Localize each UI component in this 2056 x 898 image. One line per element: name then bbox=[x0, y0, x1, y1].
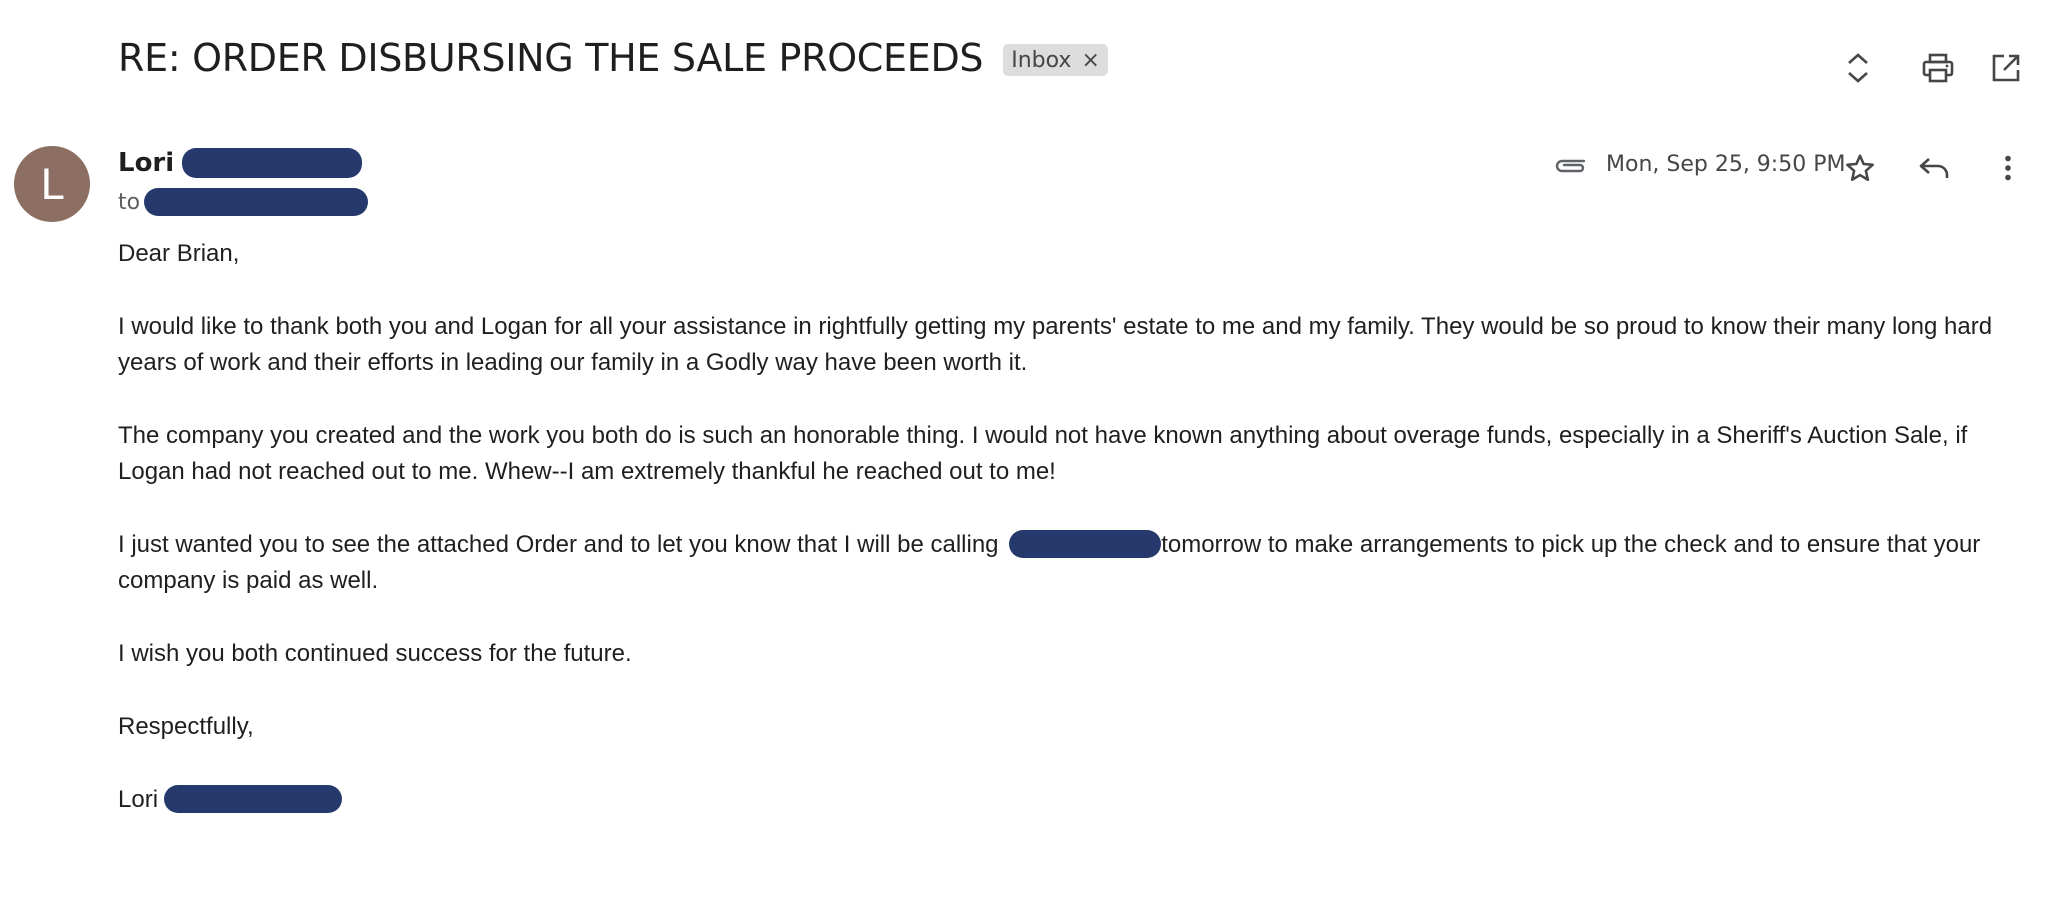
reply-icon bbox=[1918, 155, 1950, 181]
message-meta: Mon, Sep 25, 9:50 PM bbox=[1536, 148, 2056, 188]
body-paragraph-1: I would like to thank both you and Logan… bbox=[118, 313, 1993, 376]
recipient-line[interactable]: to bbox=[118, 188, 369, 216]
to-prefix: to bbox=[118, 189, 141, 215]
subject-bar: RE: ORDER DISBURSING THE SALE PROCEEDS I… bbox=[118, 36, 1108, 80]
body-paragraph-4: I wish you both continued success for th… bbox=[118, 640, 632, 667]
message-datetime: Mon, Sep 25, 9:50 PM bbox=[1606, 152, 1846, 177]
sender-avatar[interactable]: L bbox=[14, 146, 90, 222]
body-paragraph-2: The company you created and the work you… bbox=[118, 422, 1968, 485]
open-in-new-icon bbox=[1991, 53, 2021, 83]
body-paragraph-3: I just wanted you to see the attached Or… bbox=[118, 527, 2028, 599]
paperclip-icon bbox=[1554, 152, 1588, 181]
signature-line: Lori bbox=[118, 782, 2028, 818]
print-button[interactable] bbox=[1916, 46, 1960, 90]
sender-name[interactable]: Lori bbox=[118, 148, 174, 178]
message-body: Dear Brian, I would like to thank both y… bbox=[118, 236, 2028, 855]
more-options-button[interactable] bbox=[1986, 146, 2030, 190]
print-icon bbox=[1922, 53, 1954, 83]
open-in-new-window-button[interactable] bbox=[1984, 46, 2028, 90]
signature-name: Lori bbox=[118, 786, 159, 813]
greeting: Dear Brian, bbox=[118, 240, 240, 267]
thread-actions bbox=[1836, 48, 2056, 88]
redacted-recipient bbox=[144, 188, 369, 216]
expand-all-button[interactable] bbox=[1836, 46, 1880, 90]
unfold-icon bbox=[1845, 51, 1871, 85]
email-subject: RE: ORDER DISBURSING THE SALE PROCEEDS bbox=[118, 36, 984, 80]
star-button[interactable] bbox=[1838, 146, 1882, 190]
sender-line: Lori bbox=[118, 148, 363, 178]
inbox-label-text: Inbox bbox=[1011, 47, 1072, 73]
remove-label-button[interactable]: × bbox=[1081, 48, 1099, 73]
body-paragraph-3-start: I just wanted you to see the attached Or… bbox=[118, 531, 1006, 558]
inbox-label-chip[interactable]: Inbox × bbox=[1003, 44, 1108, 76]
reply-button[interactable] bbox=[1912, 146, 1956, 190]
star-icon bbox=[1844, 152, 1876, 184]
redacted-signature-surname bbox=[164, 785, 343, 813]
closing: Respectfully, bbox=[118, 713, 254, 740]
redacted-contact bbox=[1009, 530, 1162, 558]
redacted-sender-surname bbox=[182, 148, 363, 178]
more-vert-icon bbox=[2004, 155, 2012, 181]
